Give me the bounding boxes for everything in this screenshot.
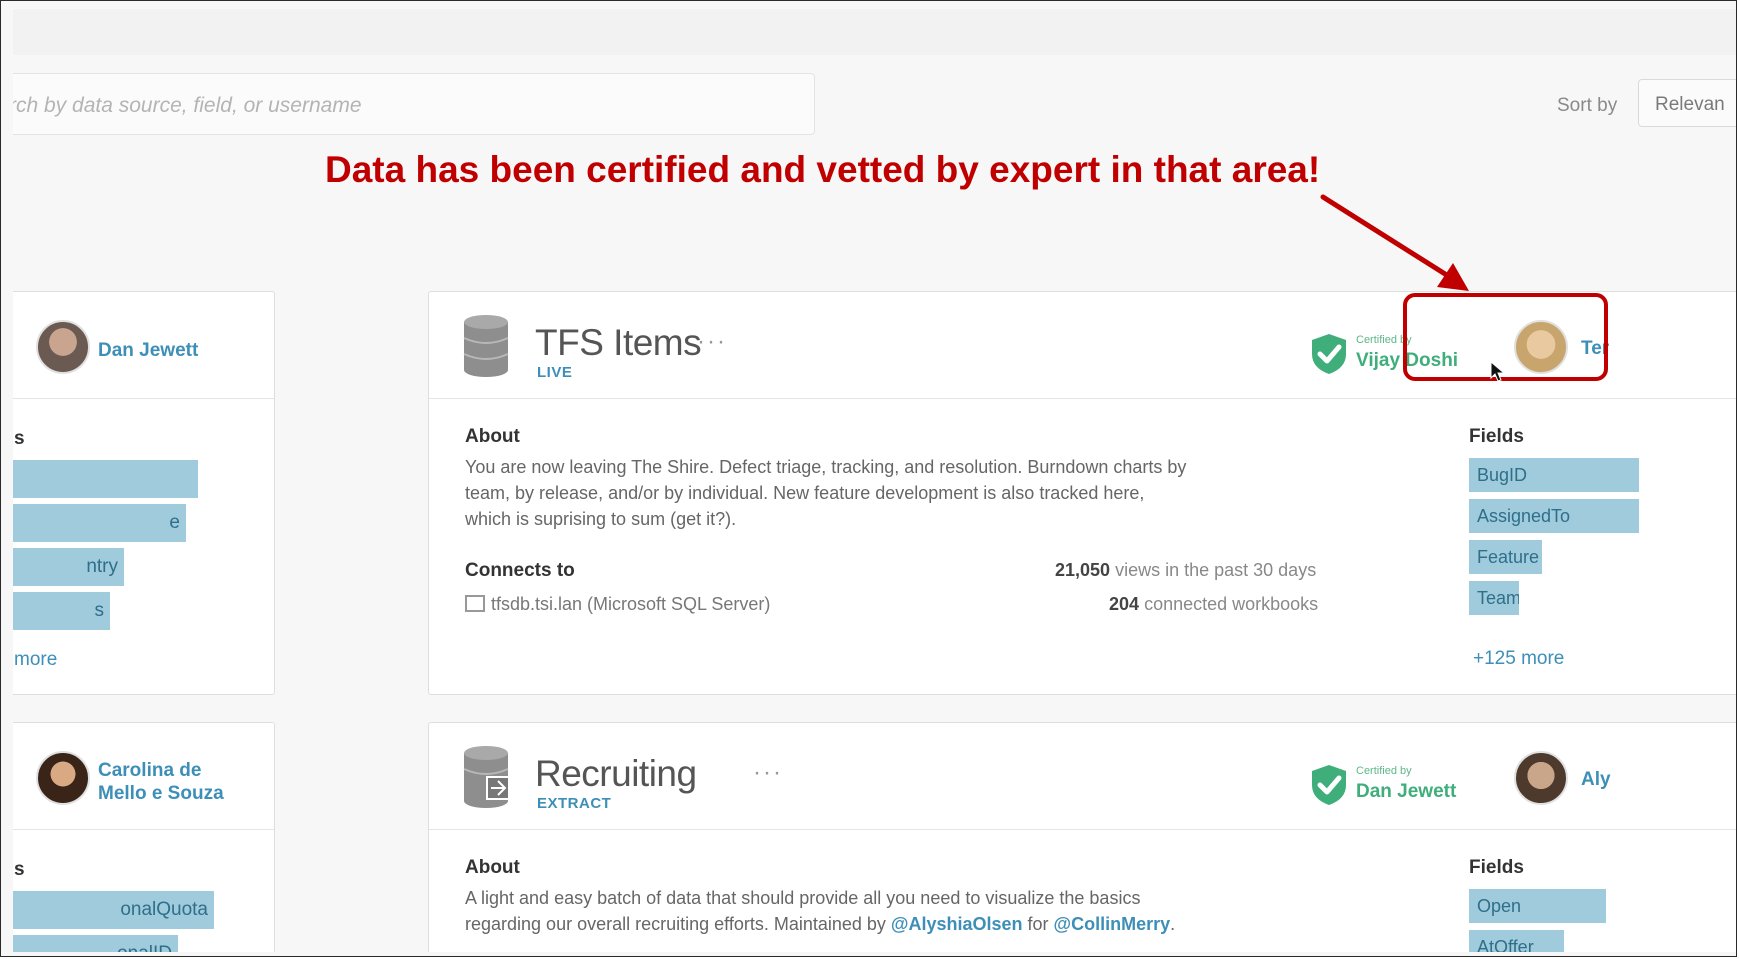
owner-card-dan-jewett: Dan Jewett s e ntry s more [13, 291, 275, 695]
section-label-fragment: s [14, 859, 25, 880]
datasource-title[interactable]: TFS Items [535, 322, 702, 364]
about-label: About [465, 426, 520, 447]
field-bar[interactable]: AssignedTo [1469, 499, 1639, 533]
connection-type-badge: LIVE [537, 364, 573, 381]
steward-name[interactable]: Ter [1581, 338, 1609, 360]
field-bar[interactable] [13, 460, 198, 498]
divider [13, 829, 274, 830]
field-bar[interactable]: onalQuota [13, 891, 214, 929]
certifier-name[interactable]: Vijay Doshi [1356, 350, 1458, 372]
top-bar [13, 9, 1736, 55]
field-bar[interactable]: onalID [13, 935, 178, 952]
more-options-button[interactable]: ··· [753, 759, 783, 787]
field-bar[interactable]: Open [1469, 889, 1606, 923]
sort-select-value: Relevan [1655, 94, 1725, 115]
avatar [36, 320, 90, 374]
screenshot-frame: rch by data source, field, or username S… [0, 0, 1737, 957]
certifier-name[interactable]: Dan Jewett [1356, 781, 1456, 803]
sort-select[interactable]: Relevan [1638, 79, 1736, 127]
workbooks-stat: 204 connected workbooks [1109, 594, 1319, 614]
certified-by-label: Certified by [1356, 334, 1412, 346]
divider [13, 398, 274, 399]
owner-name[interactable]: Dan Jewett [98, 339, 198, 362]
field-bar[interactable]: Feature [1469, 540, 1542, 574]
field-bar[interactable]: Team [1469, 581, 1519, 615]
more-fields-link[interactable]: more [14, 649, 57, 671]
database-icon [463, 315, 509, 377]
field-bar[interactable]: e [13, 504, 186, 542]
extract-database-icon [463, 746, 509, 808]
search-input[interactable]: rch by data source, field, or username [13, 73, 815, 135]
views-stat: 21,050 views in the past 30 days [1055, 560, 1317, 580]
shield-check-icon [1312, 765, 1346, 805]
about-label: About [465, 857, 520, 878]
field-bar[interactable]: AtOffer [1469, 930, 1564, 952]
owner-name[interactable]: Carolina de Mello e Souza [98, 759, 224, 805]
fields-label: Fields [1469, 426, 1524, 447]
steward-avatar [1514, 320, 1568, 374]
connects-to-label: Connects to [465, 560, 575, 581]
about-description: A light and easy batch of data that shou… [465, 888, 1176, 934]
section-label-fragment: s [14, 428, 25, 449]
mention-link[interactable]: @CollinMerry [1054, 914, 1171, 934]
field-bar[interactable]: s [13, 592, 110, 630]
mouse-cursor-icon [1490, 361, 1506, 382]
datasource-card-recruiting[interactable]: Recruiting EXTRACT ··· Certified by Dan … [428, 722, 1736, 952]
steward-name[interactable]: Aly [1581, 769, 1611, 791]
certification-badge[interactable]: Certified by Vijay Doshi [1309, 326, 1484, 386]
connection-type-badge: EXTRACT [537, 795, 612, 812]
mention-link[interactable]: @AlyshiaOlsen [891, 914, 1023, 934]
datasource-card-tfs-items[interactable]: TFS Items LIVE ··· Certified by Vijay Do… [428, 291, 1736, 695]
datasource-title[interactable]: Recruiting [535, 753, 697, 795]
search-placeholder: rch by data source, field, or username [13, 94, 362, 117]
table-icon [465, 595, 485, 612]
more-options-button[interactable]: ··· [697, 328, 727, 356]
certification-badge[interactable]: Certified by Dan Jewett [1309, 757, 1484, 817]
avatar [36, 751, 90, 805]
owner-card-carolina: Carolina de Mello e Souza s onalQuota on… [13, 722, 275, 952]
annotation-callout-text: Data has been certified and vetted by ex… [325, 149, 1321, 190]
more-fields-link[interactable]: +125 more [1473, 648, 1564, 670]
field-bar[interactable]: BugID [1469, 458, 1639, 492]
divider [429, 398, 1736, 399]
about-description: You are now leaving The Shire. Defect tr… [465, 457, 1187, 529]
shield-check-icon [1312, 334, 1346, 374]
connection-item[interactable]: tfsdb.tsi.lan (Microsoft SQL Server) [465, 594, 770, 615]
sort-label: Sort by [1557, 95, 1618, 116]
steward-avatar [1514, 751, 1568, 805]
certified-by-label: Certified by [1356, 765, 1412, 777]
divider [429, 829, 1736, 830]
fields-label: Fields [1469, 857, 1524, 878]
field-bar[interactable]: ntry [13, 548, 124, 586]
